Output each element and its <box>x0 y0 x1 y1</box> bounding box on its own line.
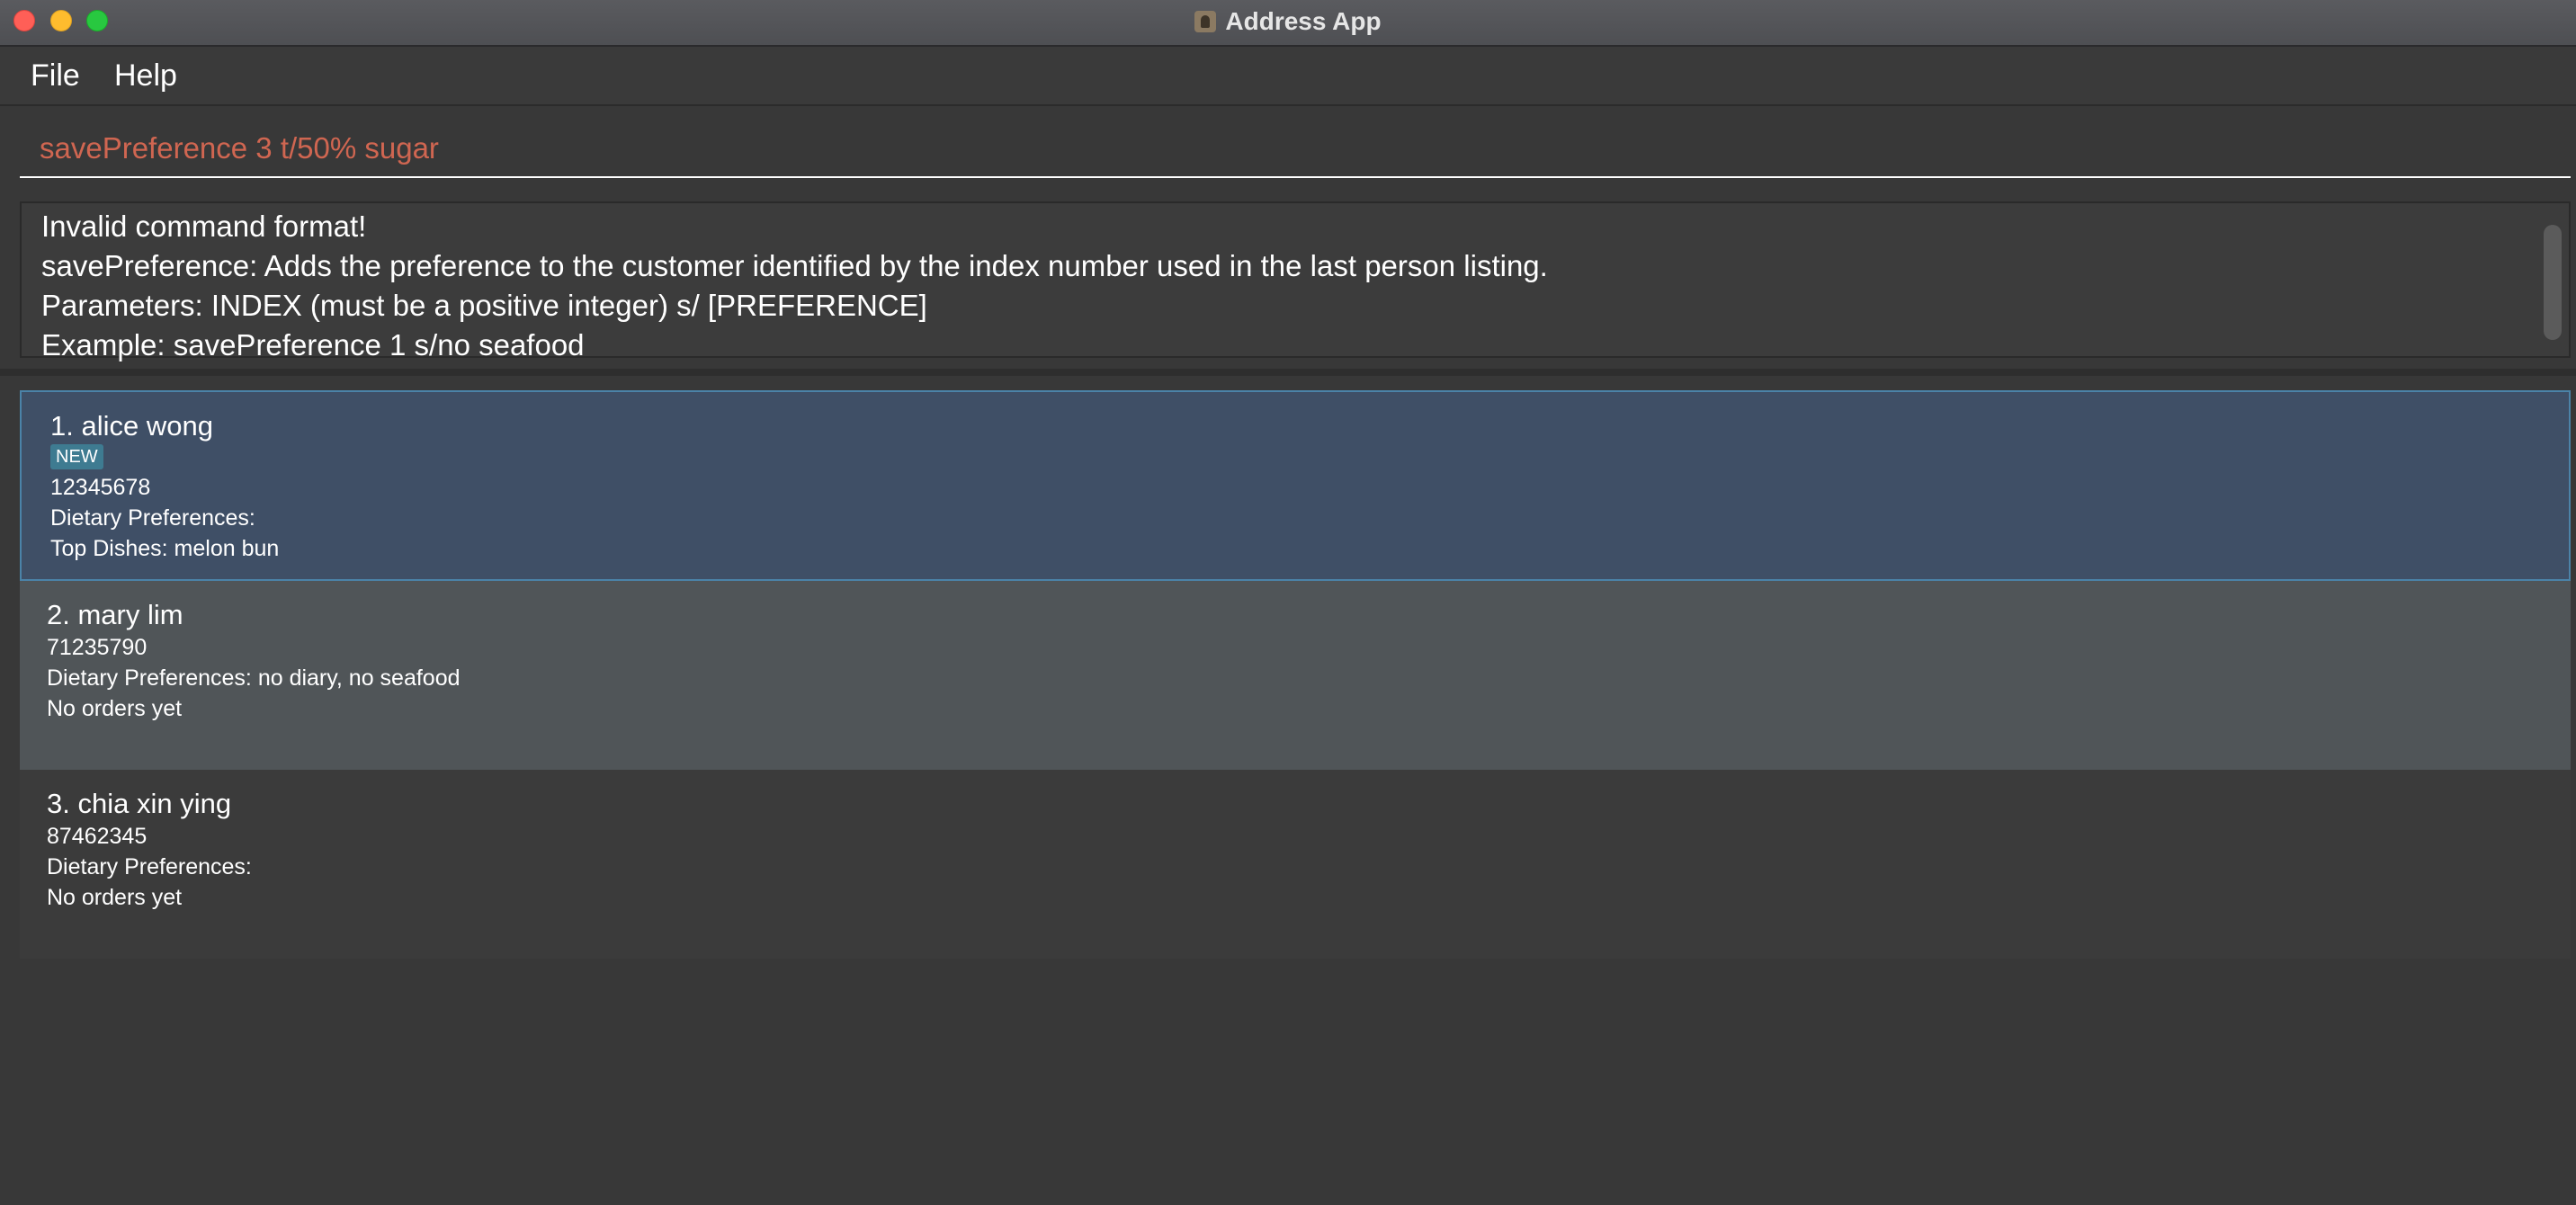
result-line-4: Example: savePreference 1 s/no seafood <box>41 328 585 362</box>
title-bar: Address App <box>0 0 2576 47</box>
menu-bar: File Help <box>0 47 2576 106</box>
result-line-3: Parameters: INDEX (must be a positive in… <box>41 289 927 322</box>
person-name: 1. alice wong <box>50 410 213 442</box>
person-phone: 87462345 <box>47 824 148 849</box>
person-dietary: Dietary Preferences: <box>47 854 252 879</box>
window-title-group: Address App <box>0 0 2576 43</box>
result-display: Invalid command format! savePreference: … <box>20 201 2571 362</box>
result-scrollbar[interactable] <box>2544 225 2562 340</box>
person-phone: 71235790 <box>47 635 148 660</box>
person-list: 1. alice wong NEW 12345678 Dietary Prefe… <box>20 390 2571 959</box>
result-text: Invalid command format! savePreference: … <box>41 207 1548 365</box>
menu-file[interactable]: File <box>31 58 80 94</box>
result-line-2: savePreference: Adds the preference to t… <box>41 249 1548 282</box>
person-orders: No orders yet <box>47 885 183 910</box>
person-dietary: Dietary Preferences: <box>50 505 255 531</box>
person-name: 3. chia xin ying <box>47 788 232 819</box>
person-card-1[interactable]: 1. alice wong NEW 12345678 Dietary Prefe… <box>20 390 2571 581</box>
address-book-icon <box>1194 11 1217 32</box>
person-orders: No orders yet <box>47 696 183 721</box>
window-title: Address App <box>1225 7 1382 35</box>
person-phone: 12345678 <box>50 475 151 500</box>
person-tag: NEW <box>50 444 103 469</box>
command-input[interactable] <box>20 120 2571 178</box>
person-name: 2. mary lim <box>47 599 183 630</box>
command-box <box>0 106 2576 192</box>
person-orders: Top Dishes: melon bun <box>50 536 280 561</box>
person-card-2[interactable]: 2. mary lim 71235790 Dietary Preferences… <box>20 581 2571 770</box>
person-card-3[interactable]: 3. chia xin ying 87462345 Dietary Prefer… <box>20 770 2571 959</box>
panel-divider[interactable] <box>0 369 2576 376</box>
person-dietary: Dietary Preferences: no diary, no seafoo… <box>47 665 461 691</box>
result-line-1: Invalid command format! <box>41 210 367 243</box>
menu-help[interactable]: Help <box>114 58 177 94</box>
